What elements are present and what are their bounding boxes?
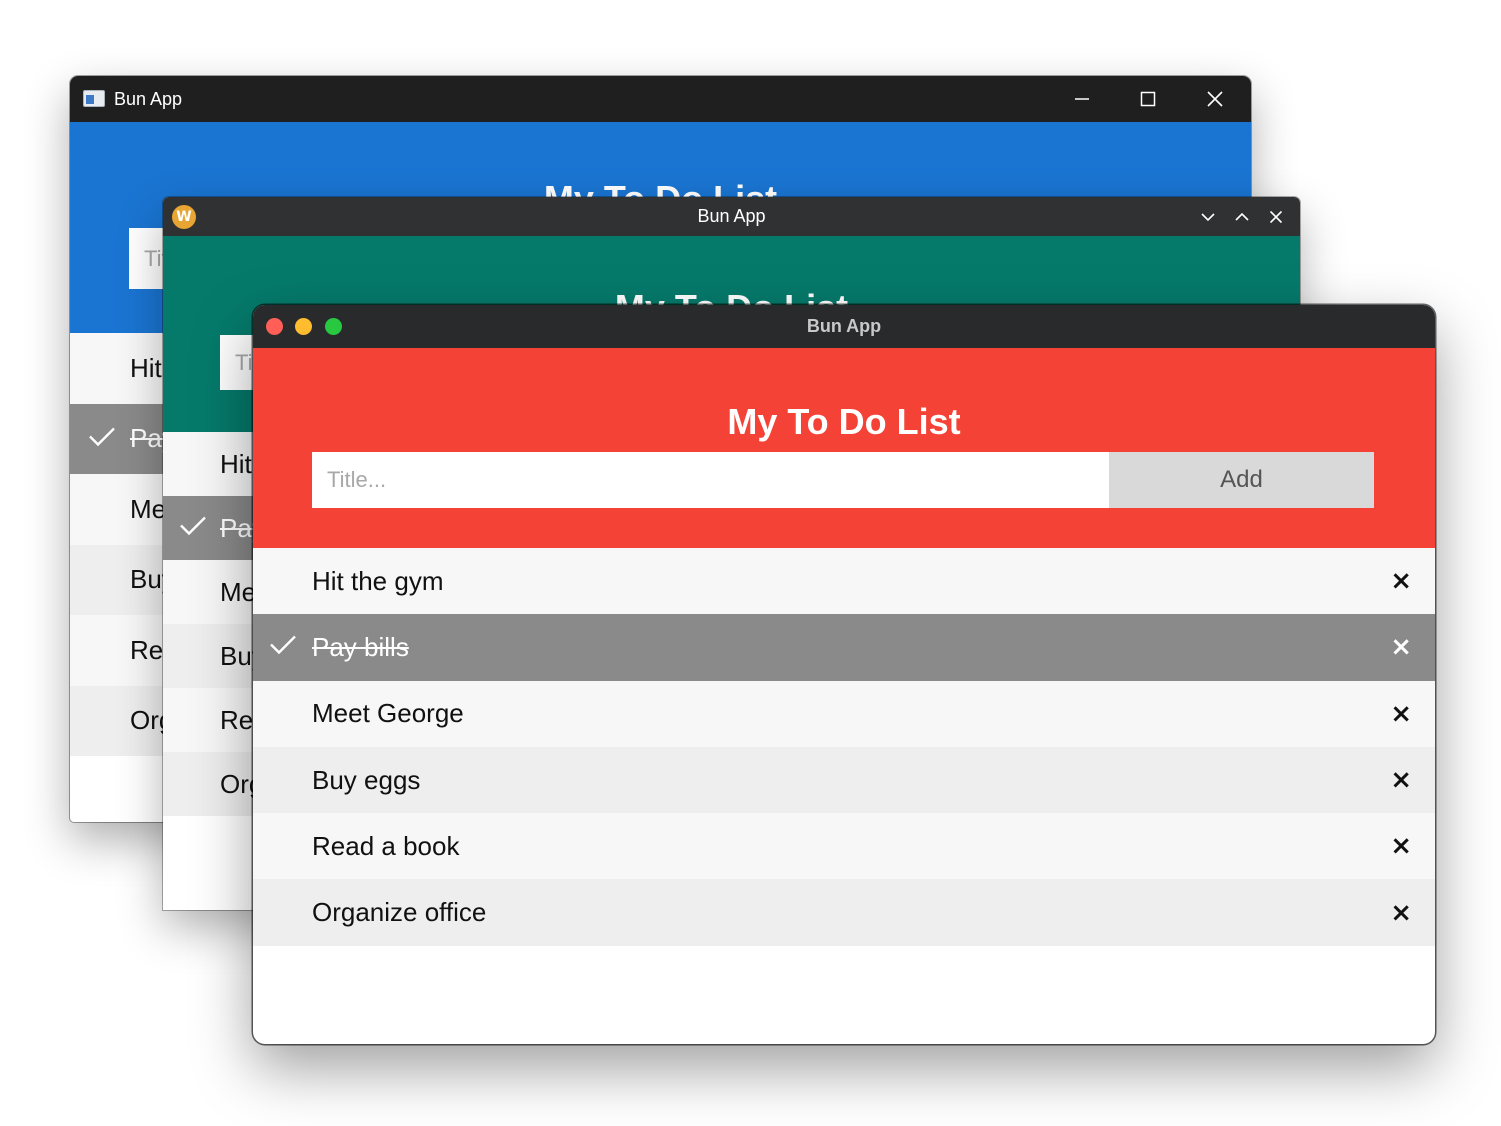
- item-label: Hit the gym: [312, 565, 444, 596]
- window-title: Bun App: [114, 89, 183, 109]
- checkmark-icon: [179, 513, 207, 544]
- item-label: Read a book: [312, 830, 460, 861]
- item-label: Buy eggs: [312, 764, 421, 795]
- list-item[interactable]: Hit the gym ×: [253, 548, 1435, 615]
- remove-item-icon[interactable]: ×: [1390, 765, 1412, 795]
- chevron-down-icon[interactable]: [1197, 206, 1219, 228]
- list-item[interactable]: Buy eggs ×: [253, 746, 1435, 814]
- checkmark-icon: [88, 423, 116, 454]
- item-label: Meet George: [312, 698, 464, 729]
- maximize-icon[interactable]: [1115, 76, 1181, 122]
- list-item[interactable]: Organize office ×: [253, 879, 1435, 946]
- remove-item-icon[interactable]: ×: [1390, 831, 1412, 861]
- remove-item-icon[interactable]: ×: [1390, 699, 1412, 729]
- window-title: Bun App: [697, 206, 766, 226]
- page-title: My To Do List: [727, 401, 961, 442]
- remove-item-icon[interactable]: ×: [1390, 566, 1412, 596]
- remove-item-icon[interactable]: ×: [1390, 632, 1412, 662]
- checkmark-icon: [269, 632, 297, 663]
- remove-item-icon[interactable]: ×: [1390, 898, 1412, 928]
- item-label: Organize office: [312, 897, 487, 928]
- desktop-stage: Bun App My To Do List Title... Hit the g…: [0, 0, 1501, 1126]
- close-icon[interactable]: [1265, 206, 1287, 228]
- item-label: Pay bills: [312, 631, 409, 662]
- list-item[interactable]: Read a book ×: [253, 813, 1435, 880]
- minimize-icon[interactable]: [1049, 76, 1115, 122]
- macos-style-app-window: Bun App My To Do List Title... Add Hit t…: [253, 305, 1435, 1044]
- chevron-up-icon[interactable]: [1231, 206, 1253, 228]
- app-window-icon: [83, 90, 105, 107]
- list-item[interactable]: Meet George ×: [253, 680, 1435, 747]
- titlebar[interactable]: Bun App: [253, 305, 1435, 348]
- titlebar[interactable]: W Bun App: [163, 197, 1300, 236]
- close-icon[interactable]: [1182, 76, 1248, 122]
- window-title: Bun App: [806, 316, 882, 336]
- titlebar[interactable]: Bun App: [70, 76, 1251, 122]
- title-input[interactable]: Title...: [312, 452, 1109, 508]
- todo-header: My To Do List Title... Add: [253, 348, 1435, 548]
- add-button[interactable]: Add: [1109, 452, 1374, 508]
- todo-list: Hit the gym × Pay bills × Meet George × …: [253, 548, 1435, 946]
- list-item-checked[interactable]: Pay bills ×: [253, 614, 1435, 681]
